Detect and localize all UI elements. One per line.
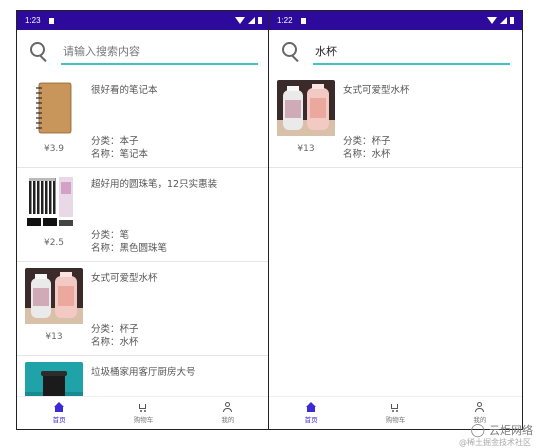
cart-icon [390, 402, 400, 412]
product-title: 垃圾桶家用客厅厨房大号 [91, 367, 196, 378]
product-category: 分类：杯子 [91, 324, 139, 335]
watermark-sub: @稀土掘金技术社区 [459, 438, 531, 447]
product-name: 名称：笔记本 [91, 149, 149, 160]
nav-home-label: 首页 [52, 416, 66, 424]
watermark: ◯ 云炬网络 [470, 422, 533, 438]
product-list: ¥3.9 很好看的笔记本 分类：本子 名称：笔记本 ¥2.5 超好用的圆珠笔，1… [17, 74, 270, 429]
nav-home-label: 首页 [304, 416, 318, 424]
wifi-icon [487, 17, 497, 24]
status-bar: 1:23 [17, 11, 270, 30]
search-bar [17, 30, 270, 74]
product-price: ¥3.9 [43, 144, 65, 154]
sdcard-icon [300, 17, 306, 24]
wechat-icon: ◯ [470, 422, 485, 438]
product-category: 分类：笔 [91, 230, 130, 241]
status-icons [235, 17, 262, 24]
left-phone-screen: 1:23 请输入搜索内容 ¥3.9 很好看的笔记本 分类：本子 名称：笔记本 ¥… [16, 10, 271, 430]
watermark-brand: 云炬网络 [489, 424, 533, 437]
wifi-icon [235, 17, 245, 24]
sdcard-icon [48, 17, 54, 24]
battery-icon [258, 17, 262, 24]
user-icon [223, 402, 233, 412]
cup-image [25, 268, 83, 324]
nav-cart-label: 购物车 [385, 416, 406, 424]
battery-icon [510, 17, 514, 24]
right-phone-screen: 1:22 水杯 ¥13 女式可爱型水杯 分类：杯子 名称：水杯 首页 购物车 我… [268, 10, 523, 430]
nav-profile[interactable]: 我的 [186, 397, 270, 429]
product-item[interactable]: ¥13 女式可爱型水杯 分类：杯子 名称：水杯 [269, 74, 522, 168]
bottom-nav: 首页 购物车 我的 [17, 396, 270, 429]
status-time: 1:23 [25, 16, 41, 25]
product-item[interactable]: ¥2.5 超好用的圆珠笔，12只实惠装 分类：笔 名称：黑色圆珠笔 [17, 168, 270, 262]
signal-icon [500, 17, 507, 24]
product-item[interactable]: ¥13 女式可爱型水杯 分类：杯子 名称：水杯 [17, 262, 270, 356]
nav-cart[interactable]: 购物车 [353, 397, 437, 429]
product-name: 名称：黑色圆珠笔 [91, 243, 168, 254]
signal-icon [248, 17, 255, 24]
nav-home[interactable]: 首页 [269, 397, 353, 429]
nav-profile-label: 我的 [221, 416, 235, 424]
cart-icon [138, 402, 148, 412]
search-input[interactable] [313, 39, 510, 65]
product-list: ¥13 女式可爱型水杯 分类：杯子 名称：水杯 [269, 74, 522, 168]
search-icon[interactable] [29, 41, 51, 63]
product-title: 女式可爱型水杯 [343, 85, 410, 96]
notebook-image [25, 80, 83, 136]
product-item[interactable]: ¥3.9 很好看的笔记本 分类：本子 名称：笔记本 [17, 74, 270, 168]
status-icons [487, 17, 514, 24]
user-icon [475, 402, 485, 412]
nav-home[interactable]: 首页 [17, 397, 101, 429]
home-icon [54, 402, 65, 412]
pens-image [25, 174, 83, 230]
product-category: 分类：杯子 [343, 136, 391, 147]
status-bar: 1:22 [269, 11, 522, 30]
search-input[interactable] [61, 39, 258, 65]
product-name: 名称：水杯 [343, 149, 391, 160]
product-name: 名称：水杯 [91, 337, 139, 348]
cup-image [277, 80, 335, 136]
nav-cart[interactable]: 购物车 [101, 397, 185, 429]
search-bar [269, 30, 522, 74]
product-price: ¥2.5 [43, 238, 65, 248]
product-title: 超好用的圆珠笔，12只实惠装 [91, 179, 218, 190]
product-title: 很好看的笔记本 [91, 85, 158, 96]
status-time: 1:22 [277, 16, 293, 25]
product-price: ¥13 [297, 144, 315, 154]
product-price: ¥13 [45, 332, 63, 342]
home-icon [306, 402, 317, 412]
search-icon[interactable] [281, 41, 303, 63]
product-title: 女式可爱型水杯 [91, 273, 158, 284]
nav-cart-label: 购物车 [133, 416, 154, 424]
product-category: 分类：本子 [91, 136, 139, 147]
